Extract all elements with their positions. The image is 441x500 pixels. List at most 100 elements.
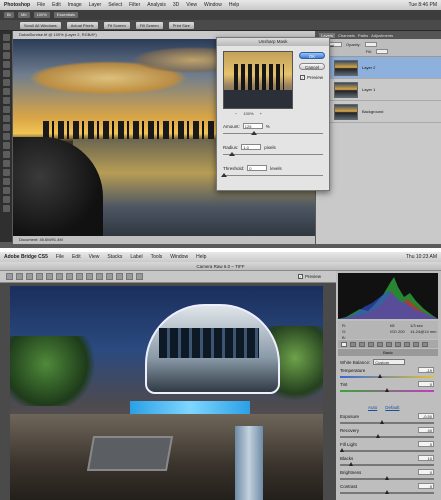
amount-input[interactable]: 125	[242, 123, 263, 129]
menu-edit[interactable]: Edit	[72, 254, 81, 260]
layer-row[interactable]: Layer 1	[316, 79, 441, 101]
slider-value-input[interactable]: -0.50	[418, 413, 434, 419]
menu-label[interactable]: Label	[130, 254, 142, 260]
tab-camera-calibration-icon[interactable]	[404, 341, 410, 347]
app-menu[interactable]: Photoshop	[4, 2, 30, 8]
fill-field[interactable]	[375, 48, 388, 54]
menu-analysis[interactable]: Analysis	[147, 2, 166, 8]
history-brush-tool-icon[interactable]	[2, 115, 10, 122]
camera-raw-preview-image[interactable]	[10, 286, 323, 500]
tab-paths[interactable]: Paths	[358, 33, 368, 38]
slider-track[interactable]	[340, 450, 434, 452]
menu-help[interactable]: Help	[196, 254, 206, 260]
slider-track[interactable]	[340, 422, 434, 424]
slider-value-input[interactable]: 0	[418, 483, 434, 489]
graduated-filter-tool-icon[interactable]	[106, 273, 113, 280]
slider-value-input[interactable]: 0	[418, 469, 434, 475]
bridge-button[interactable]: Br	[4, 12, 14, 18]
path-select-tool-icon[interactable]	[2, 169, 10, 176]
slider-value-input[interactable]: 0	[418, 381, 434, 387]
tab-presets-icon[interactable]	[413, 341, 419, 347]
opacity-field[interactable]	[364, 41, 377, 47]
menu-filter[interactable]: Filter	[129, 2, 140, 8]
slider-knob[interactable]	[349, 462, 353, 466]
app-menu[interactable]: Adobe Bridge CS5	[4, 254, 48, 260]
menu-window[interactable]: Window	[170, 254, 188, 260]
slider-value-input[interactable]: 40	[418, 427, 434, 433]
clone-stamp-tool-icon[interactable]	[2, 106, 10, 113]
targeted-adjustment-tool-icon[interactable]	[46, 273, 53, 280]
radius-slider-knob[interactable]	[229, 152, 235, 156]
preview-checkbox[interactable]: ✓	[300, 75, 305, 80]
tab-detail-icon[interactable]	[359, 341, 365, 347]
preview-checkbox[interactable]: ✓	[297, 274, 303, 279]
menu-edit[interactable]: Edit	[52, 2, 61, 8]
slider-track[interactable]	[340, 436, 434, 438]
tab-lens-corrections-icon[interactable]	[386, 341, 392, 347]
slider-value-input[interactable]: 0	[418, 441, 434, 447]
amount-slider-knob[interactable]	[251, 131, 257, 135]
menu-help[interactable]: Help	[229, 2, 239, 8]
threshold-slider[interactable]	[221, 173, 323, 178]
straighten-tool-icon[interactable]	[66, 273, 73, 280]
slider-value-input[interactable]: -19	[418, 367, 434, 373]
tab-snapshots-icon[interactable]	[422, 341, 428, 347]
threshold-slider-knob[interactable]	[221, 173, 227, 177]
zoom-out-icon[interactable]: −	[235, 111, 237, 116]
slider-knob[interactable]	[380, 420, 384, 424]
menu-file[interactable]: File	[37, 2, 45, 8]
print-size-button[interactable]: Print Size	[168, 21, 194, 29]
slider-knob[interactable]	[340, 448, 344, 452]
workspace-button[interactable]: Essentials	[53, 12, 79, 18]
tab-channels[interactable]: Channels	[338, 33, 355, 38]
slider-knob[interactable]	[378, 374, 382, 378]
actual-pixels-button[interactable]: Actual Pixels	[66, 21, 98, 29]
tab-adjustments[interactable]: Adjustments	[371, 33, 393, 38]
gradient-tool-icon[interactable]	[2, 133, 10, 140]
zoom-level-button[interactable]: 100%	[33, 12, 50, 18]
foreground-color-swatch[interactable]	[2, 205, 10, 212]
radius-input[interactable]: 1.0	[241, 144, 262, 150]
dodge-tool-icon[interactable]	[2, 142, 10, 149]
hand-tool-icon[interactable]	[16, 273, 23, 280]
scroll-all-windows-button[interactable]: Scroll All Windows	[20, 21, 61, 29]
slider-knob[interactable]	[385, 388, 389, 392]
hand-tool-icon[interactable]	[2, 187, 10, 194]
shape-tool-icon[interactable]	[2, 178, 10, 185]
slider-track[interactable]	[340, 376, 434, 378]
marquee-tool-icon[interactable]	[2, 43, 10, 50]
amount-slider[interactable]	[223, 131, 323, 136]
rotate-left-icon[interactable]	[126, 273, 133, 280]
menu-image[interactable]: Image	[68, 2, 82, 8]
tab-effects-icon[interactable]	[395, 341, 401, 347]
move-tool-icon[interactable]	[2, 34, 10, 41]
slider-value-input[interactable]: 10	[418, 455, 434, 461]
preferences-icon[interactable]	[116, 273, 123, 280]
tab-tone-curve-icon[interactable]	[350, 341, 356, 347]
layer-row[interactable]: Background	[316, 101, 441, 123]
quick-select-tool-icon[interactable]	[2, 61, 10, 68]
menu-view[interactable]: View	[89, 254, 100, 260]
mini-bridge-button[interactable]: Mb	[18, 12, 30, 18]
menu-tools[interactable]: Tools	[151, 254, 163, 260]
auto-link[interactable]: Auto	[368, 405, 377, 410]
menu-select[interactable]: Select	[108, 2, 122, 8]
fill-screen-button[interactable]: Fill Screen	[135, 21, 163, 29]
white-balance-select[interactable]: Custom	[373, 359, 406, 365]
pen-tool-icon[interactable]	[2, 151, 10, 158]
menu-stacks[interactable]: Stacks	[107, 254, 122, 260]
default-link[interactable]: Default	[385, 405, 399, 410]
filter-preview-thumbnail[interactable]	[223, 51, 293, 109]
tab-split-toning-icon[interactable]	[377, 341, 383, 347]
adjustment-brush-tool-icon[interactable]	[96, 273, 103, 280]
slider-track[interactable]	[340, 464, 434, 466]
menu-file[interactable]: File	[56, 254, 64, 260]
zoom-in-icon[interactable]: +	[260, 111, 262, 116]
zoom-tool-icon[interactable]	[2, 196, 10, 203]
rotate-right-icon[interactable]	[136, 273, 143, 280]
slider-knob[interactable]	[385, 490, 389, 494]
red-eye-tool-icon[interactable]	[86, 273, 93, 280]
crop-tool-icon[interactable]	[2, 70, 10, 77]
menu-3d[interactable]: 3D	[173, 2, 179, 8]
slider-knob[interactable]	[376, 434, 380, 438]
